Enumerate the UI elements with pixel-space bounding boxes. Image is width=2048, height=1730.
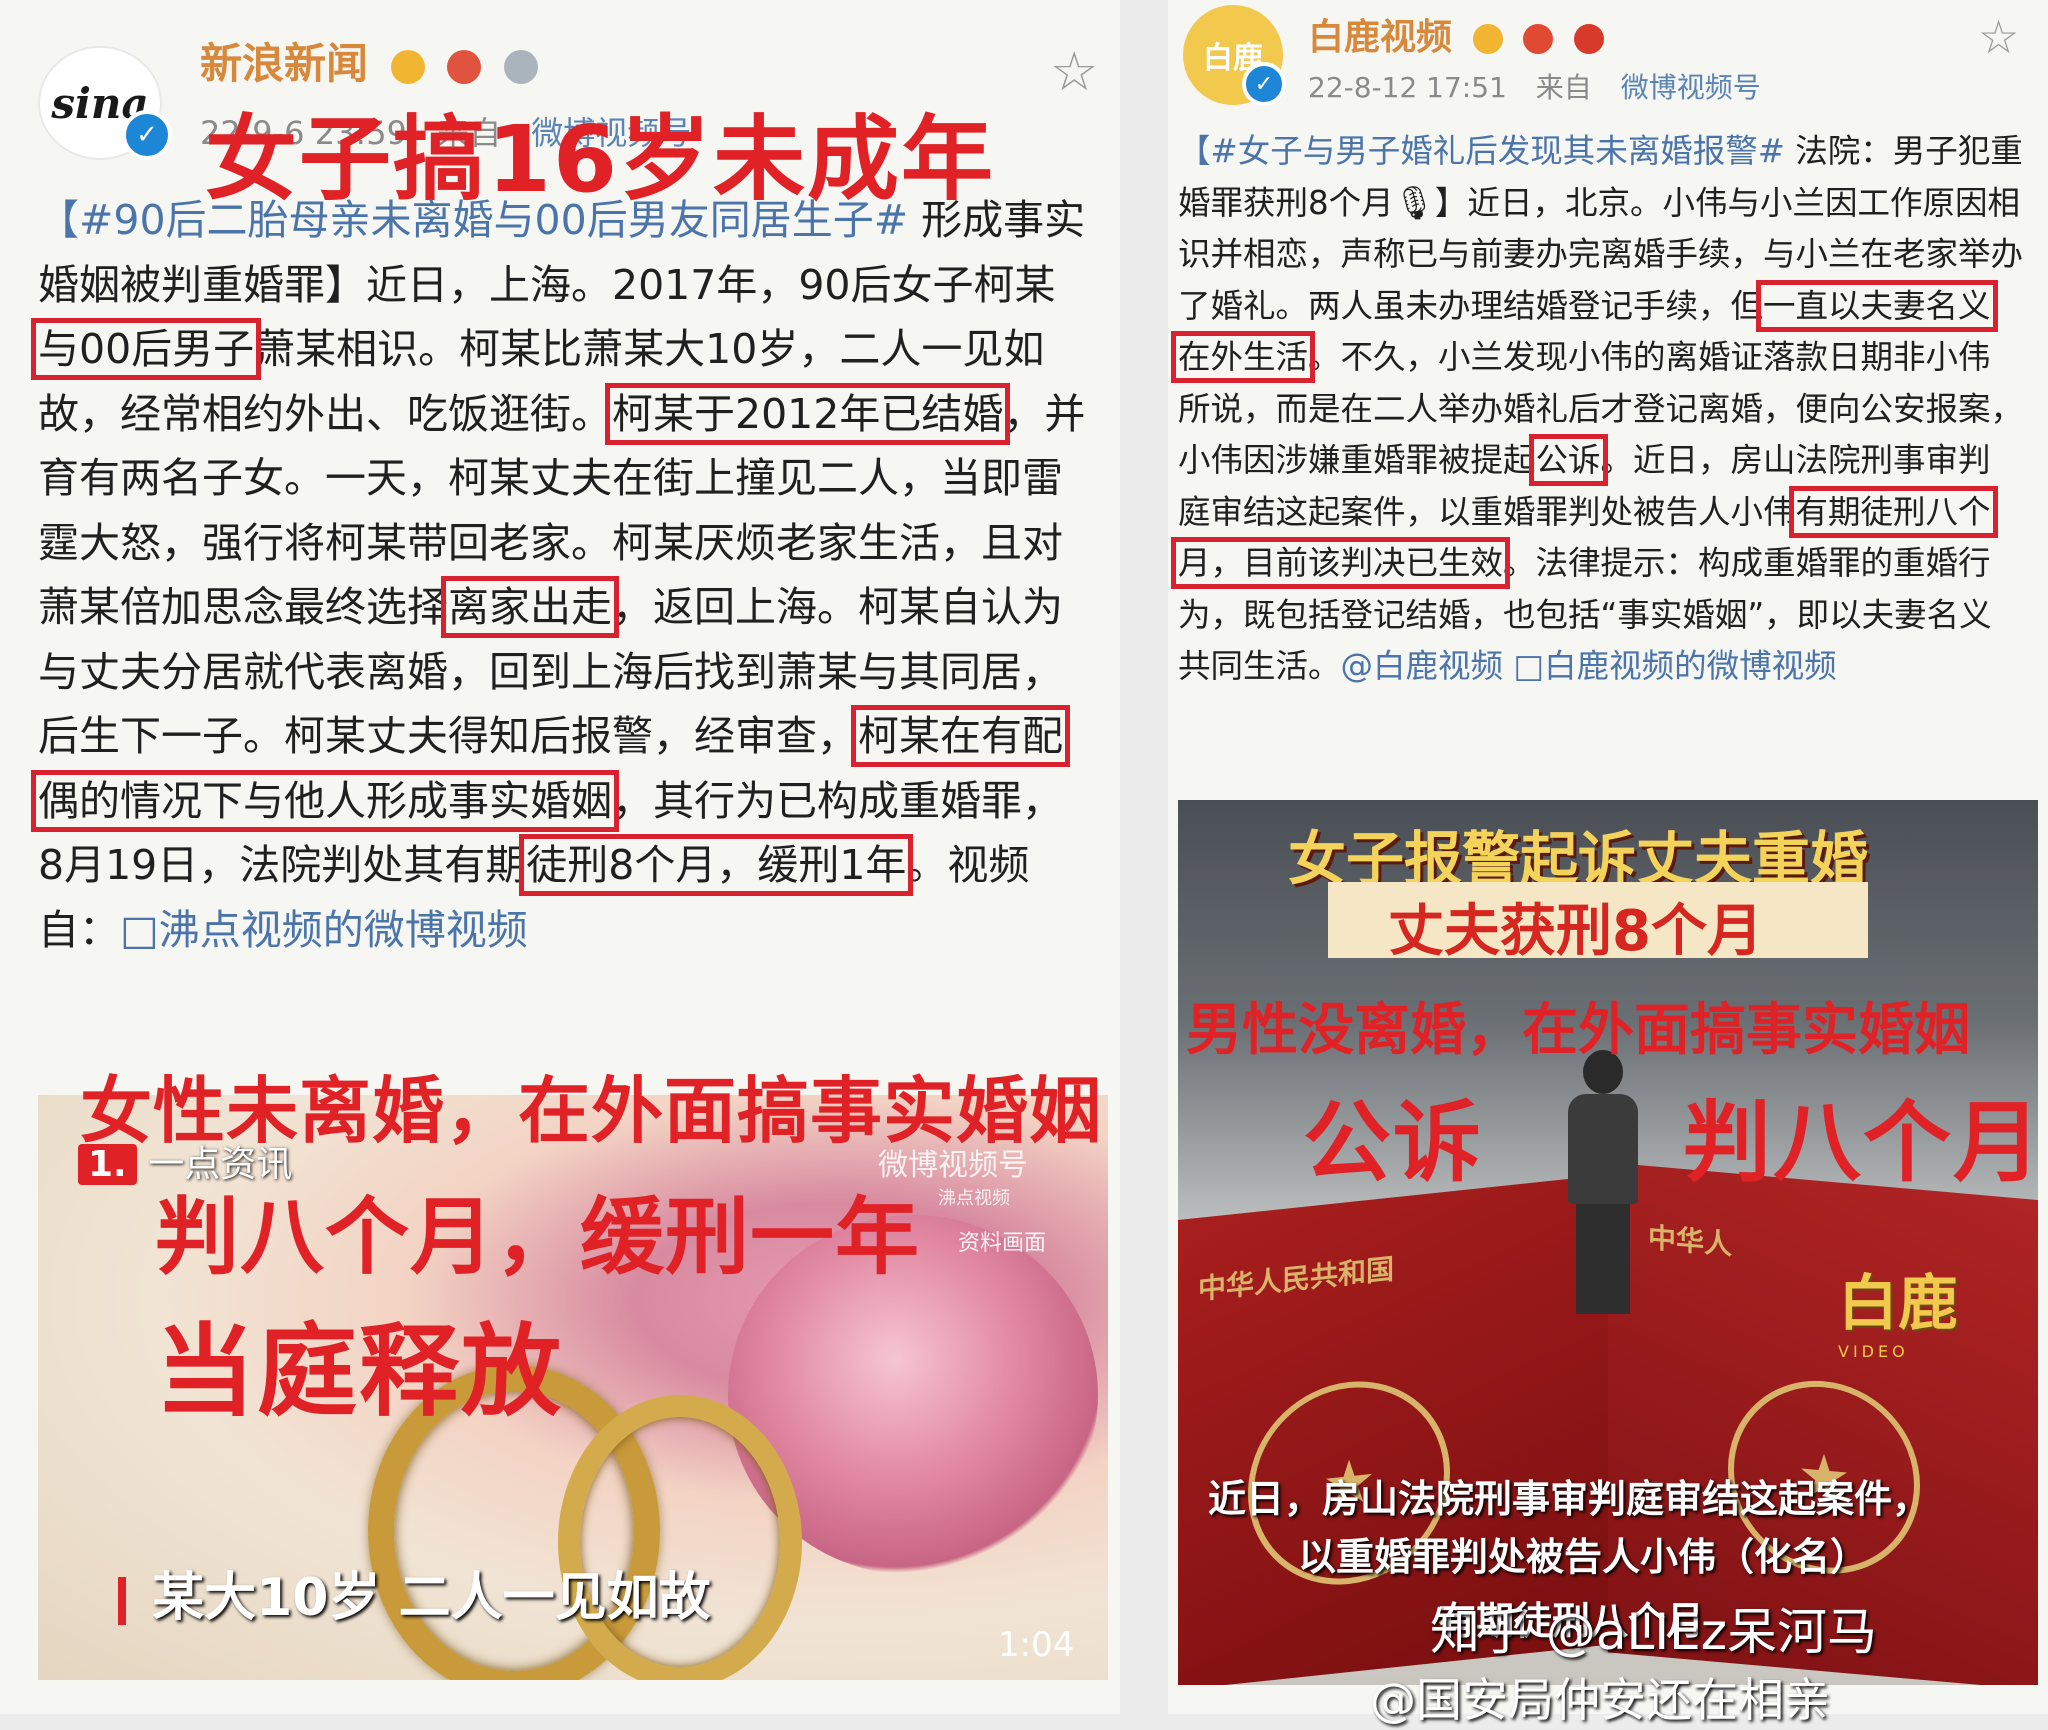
highlighted-phrase: 徒刑8个月，缓刑1年 bbox=[519, 834, 914, 896]
subtitle-bar bbox=[118, 1577, 126, 1625]
post-time: 22-8-12 17:51 bbox=[1308, 71, 1507, 104]
video-source-note: 资料画面 bbox=[958, 1231, 1047, 1256]
strawberry-badge-icon bbox=[447, 49, 482, 84]
book-left-title: 中华人民共和国 bbox=[1198, 1252, 1395, 1306]
figure-silhouette bbox=[1568, 1050, 1638, 1320]
account-name-text: 白鹿视频 bbox=[1308, 17, 1453, 58]
bailu-video-logo-sub: VIDEO bbox=[1838, 1342, 1909, 1361]
zhihu-watermark: 知乎 @aLIEz呆河马 @国安局仲安还在相亲 bbox=[1370, 1592, 1877, 1730]
verified-icon: ✓ bbox=[1242, 62, 1286, 106]
highlighted-phrase: 与00后男子 bbox=[30, 318, 262, 380]
sun-badge-icon bbox=[1523, 24, 1554, 54]
book-right-title: 中华人 bbox=[1648, 1220, 1733, 1262]
account-name[interactable]: 新浪新闻 bbox=[200, 30, 538, 91]
verified-icon: ✓ bbox=[122, 110, 172, 160]
highlighted-phrase: 公诉 bbox=[1528, 434, 1608, 486]
video-duration: 1:04 bbox=[998, 1625, 1075, 1665]
video-title-line-2: 丈夫获刑8个月 bbox=[1388, 899, 1763, 964]
video-link[interactable]: @白鹿视频 bbox=[1341, 647, 1504, 685]
text-segment bbox=[1503, 647, 1513, 685]
overlay-line-3: 判八个月 bbox=[1683, 1091, 2044, 1194]
video-watermark-sub: 沸点视频 bbox=[938, 1188, 1010, 1209]
left-weibo-post: sina ✓ 新浪新闻 22-9-6 23:59 来自 微博视频号 ☆ 女子搞1… bbox=[0, 0, 1120, 1714]
hashtag-link[interactable]: 【#90后二胎母亲未离婚与00后男友同居生子# bbox=[38, 196, 908, 244]
video-link[interactable]: □沸点视频的微博视频 bbox=[120, 906, 528, 954]
zhihu-watermark-line-2: @国安局仲安还在相亲 bbox=[1370, 1673, 1830, 1727]
post-body-text: 【#90后二胎母亲未离婚与00后男友同居生子# 形成事实婚姻被判重婚罪】近日，上… bbox=[30, 188, 1088, 962]
medal-badge-icon bbox=[503, 49, 538, 84]
highlighted-phrase: 柯某于2012年已结婚 bbox=[604, 382, 1011, 445]
video-subtitle: 某大10岁 二人一见如故 bbox=[118, 1555, 711, 1630]
zhihu-watermark-line-1: 知乎 @aLIEz呆河马 bbox=[1430, 1603, 1877, 1661]
favorite-star-icon[interactable]: ☆ bbox=[1978, 10, 2019, 64]
bailu-video-logo: 白鹿 VIDEO bbox=[1838, 1255, 1958, 1361]
highlighted-phrase: 离家出走 bbox=[441, 576, 619, 638]
account-name[interactable]: 白鹿视频 bbox=[1308, 8, 1604, 60]
favorite-star-icon[interactable]: ☆ bbox=[1050, 40, 1098, 103]
crown-badge-icon bbox=[1472, 24, 1503, 54]
hashtag-link[interactable]: 【#女子与男子婚礼后发现其未离婚报警# bbox=[1178, 132, 1785, 170]
overlay-line-3: 当庭释放 bbox=[155, 1313, 563, 1430]
post-body-text: 【#女子与男子婚礼后发现其未离婚报警# 法院：男子犯重婚罪获刑8个月🎙】近日，北… bbox=[1171, 126, 2023, 693]
right-weibo-post: 白鹿 ✓ 白鹿视频 22-8-12 17:51 来自 微博视频号 ☆ 【#女子与… bbox=[1168, 0, 2048, 1714]
bailu-video-logo-text: 白鹿 bbox=[1838, 1269, 1958, 1339]
video-player[interactable]: 中华人民共和国 ★ 中华人 ★ 白鹿 VIDEO 女子报警起诉丈夫重婚 丈夫获刑… bbox=[1178, 800, 2038, 1685]
video-link[interactable]: □白鹿视频的微博视频 bbox=[1513, 647, 1836, 685]
post-source-link[interactable]: 微博视频号 bbox=[1621, 71, 1761, 104]
video-caption-line-2: 以重婚罪判处被告人小伟（化名） bbox=[1298, 1535, 1869, 1579]
strawberry-badge-icon bbox=[1573, 24, 1604, 54]
crown-badge-icon bbox=[390, 49, 425, 84]
overlay-line-1: 男性没离婚，在外面搞事实婚姻 bbox=[1186, 998, 1970, 1063]
account-name-text: 新浪新闻 bbox=[200, 39, 369, 88]
post-from-label: 来自 bbox=[1535, 71, 1592, 104]
overlay-line-1: 女性未离婚，在外面搞事实婚姻 bbox=[80, 1069, 1103, 1153]
video-caption-line-1: 近日，房山法院刑事审判庭审结这起案件， bbox=[1208, 1477, 1931, 1521]
post-meta: 22-8-12 17:51 来自 微博视频号 bbox=[1308, 66, 1781, 106]
overlay-line-2: 公诉 bbox=[1303, 1091, 1484, 1194]
subtitle-text: 某大10岁 二人一见如故 bbox=[152, 1568, 711, 1628]
ring-small-icon bbox=[558, 1395, 802, 1680]
overlay-line-2: 判八个月，缓刑一年 bbox=[155, 1188, 921, 1286]
